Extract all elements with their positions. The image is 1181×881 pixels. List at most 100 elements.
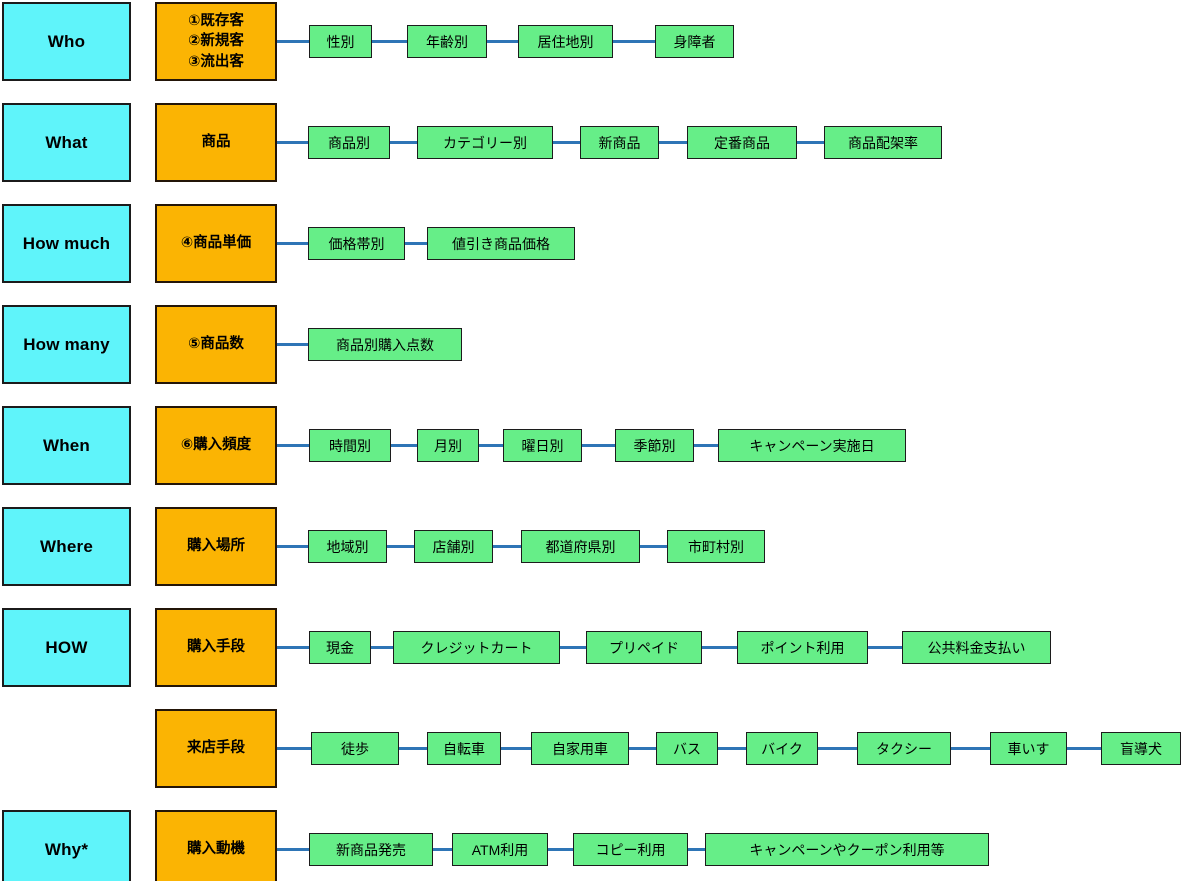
item-label: カテゴリー別 — [443, 134, 527, 151]
diagram-row: When ⑥購入頻度 時間別 月別 曜日別 季節別 キャンペーン実施日 — [0, 406, 1181, 485]
item-box[interactable]: 値引き商品価格 — [427, 227, 575, 260]
item-box[interactable]: 価格帯別 — [308, 227, 405, 260]
category-box[interactable]: 来店手段 — [155, 709, 277, 788]
connector-line — [629, 747, 656, 750]
connector-line — [659, 141, 687, 144]
item-box[interactable]: プリペイド — [586, 631, 702, 664]
item-box[interactable]: 地域別 — [308, 530, 387, 563]
diagram-row: What 商品 商品別 カテゴリー別 新商品 定番商品 商品配架率 — [0, 103, 1181, 182]
question-box[interactable]: When — [2, 406, 131, 485]
connector-line — [277, 747, 311, 750]
item-box[interactable]: 性別 — [309, 25, 372, 58]
item-box[interactable]: カテゴリー別 — [417, 126, 553, 159]
category-label-line: ②新規客 — [188, 33, 244, 50]
diagram-row: Why* 購入動機 新商品発売 ATM利用 コピー利用 キャンペーンやクーポン利用等 — [0, 810, 1181, 881]
item-label: 徒歩 — [341, 740, 369, 757]
category-box[interactable]: 購入場所 — [155, 507, 277, 586]
item-box[interactable]: 市町村別 — [667, 530, 765, 563]
item-box[interactable]: 店舗別 — [414, 530, 493, 563]
item-box[interactable]: 商品別購入点数 — [308, 328, 462, 361]
item-box[interactable]: ポイント利用 — [737, 631, 868, 664]
question-box[interactable]: Why* — [2, 810, 131, 881]
item-label: 時間別 — [329, 437, 371, 454]
category-label-line: 購入手段 — [187, 639, 245, 656]
item-box[interactable]: キャンペーンやクーポン利用等 — [705, 833, 989, 866]
connector-line — [277, 141, 308, 144]
item-box[interactable]: 新商品発売 — [309, 833, 433, 866]
item-box[interactable]: 商品別 — [308, 126, 390, 159]
item-box[interactable]: 居住地別 — [518, 25, 613, 58]
item-box[interactable]: ATM利用 — [452, 833, 548, 866]
question-box[interactable]: Who — [2, 2, 131, 81]
question-label: What — [45, 132, 88, 152]
item-label: 商品配架率 — [848, 134, 918, 151]
item-box[interactable]: クレジットカート — [393, 631, 560, 664]
item-box[interactable]: 都道府県別 — [521, 530, 640, 563]
item-label: 定番商品 — [714, 134, 770, 151]
category-box[interactable]: ④商品単価 — [155, 204, 277, 283]
item-box[interactable]: 公共料金支払い — [902, 631, 1051, 664]
item-label: 商品別購入点数 — [336, 336, 434, 353]
item-box[interactable]: バイク — [746, 732, 818, 765]
connector-line — [797, 141, 824, 144]
diagram-row: Who ①既存客 ②新規客 ③流出客 性別 年齢別 居住地別 身障者 — [0, 2, 1181, 81]
question-label: How much — [22, 233, 111, 253]
item-label: 現金 — [326, 639, 354, 656]
question-box[interactable]: HOW — [2, 608, 131, 687]
category-box[interactable]: 商品 — [155, 103, 277, 182]
item-box[interactable]: 年齢別 — [407, 25, 487, 58]
category-label-line: ③流出客 — [188, 53, 244, 70]
item-box[interactable]: タクシー — [857, 732, 951, 765]
item-box[interactable]: 時間別 — [309, 429, 391, 462]
connector-line — [277, 848, 309, 851]
question-box[interactable]: What — [2, 103, 131, 182]
item-box[interactable]: 曜日別 — [503, 429, 582, 462]
item-label: 自家用車 — [552, 740, 608, 757]
item-box[interactable]: 車いす — [990, 732, 1067, 765]
item-label: コピー利用 — [595, 841, 666, 858]
item-label: 都道府県別 — [545, 538, 616, 555]
item-box[interactable]: 盲導犬 — [1101, 732, 1181, 765]
item-box[interactable]: 自転車 — [427, 732, 501, 765]
item-box[interactable]: 現金 — [309, 631, 371, 664]
connector-line — [553, 141, 580, 144]
connector-line — [277, 242, 308, 245]
connector-line — [487, 40, 518, 43]
connector-line — [371, 646, 393, 649]
question-box[interactable]: How many — [2, 305, 131, 384]
category-box[interactable]: ⑤商品数 — [155, 305, 277, 384]
connector-line — [277, 343, 308, 346]
item-box[interactable]: バス — [656, 732, 718, 765]
connector-line — [277, 40, 309, 43]
item-box[interactable]: 身障者 — [655, 25, 734, 58]
category-box[interactable]: 購入手段 — [155, 608, 277, 687]
item-label: バイク — [761, 740, 803, 757]
item-label: 市町村別 — [688, 538, 744, 555]
item-label: 商品別 — [328, 134, 370, 151]
item-box[interactable]: 季節別 — [615, 429, 694, 462]
item-label: 価格帯別 — [328, 235, 385, 252]
category-label-line: ⑥購入頻度 — [180, 437, 252, 454]
category-box[interactable]: 購入動機 — [155, 810, 277, 881]
item-label: 曜日別 — [521, 437, 564, 454]
item-label: 性別 — [326, 33, 355, 50]
question-box[interactable]: Where — [2, 507, 131, 586]
item-label: ポイント利用 — [760, 639, 845, 656]
item-box[interactable]: 定番商品 — [687, 126, 797, 159]
item-label: キャンペーン実施日 — [749, 437, 875, 454]
category-box[interactable]: ①既存客 ②新規客 ③流出客 — [155, 2, 277, 81]
category-box[interactable]: ⑥購入頻度 — [155, 406, 277, 485]
item-label: 自転車 — [443, 740, 485, 757]
item-box[interactable]: 新商品 — [580, 126, 659, 159]
diagram-row: HOW 購入手段 現金 クレジットカート プリペイド ポイント利用 公共料金支払い — [0, 608, 1181, 687]
item-label: 身障者 — [673, 33, 716, 50]
item-box[interactable]: キャンペーン実施日 — [718, 429, 906, 462]
item-box[interactable]: 月別 — [417, 429, 479, 462]
item-box[interactable]: 商品配架率 — [824, 126, 942, 159]
question-box[interactable]: How much — [2, 204, 131, 283]
item-box[interactable]: 徒歩 — [311, 732, 399, 765]
item-label: 季節別 — [633, 437, 676, 454]
item-box[interactable]: コピー利用 — [573, 833, 688, 866]
item-box[interactable]: 自家用車 — [531, 732, 629, 765]
connector-line — [405, 242, 427, 245]
